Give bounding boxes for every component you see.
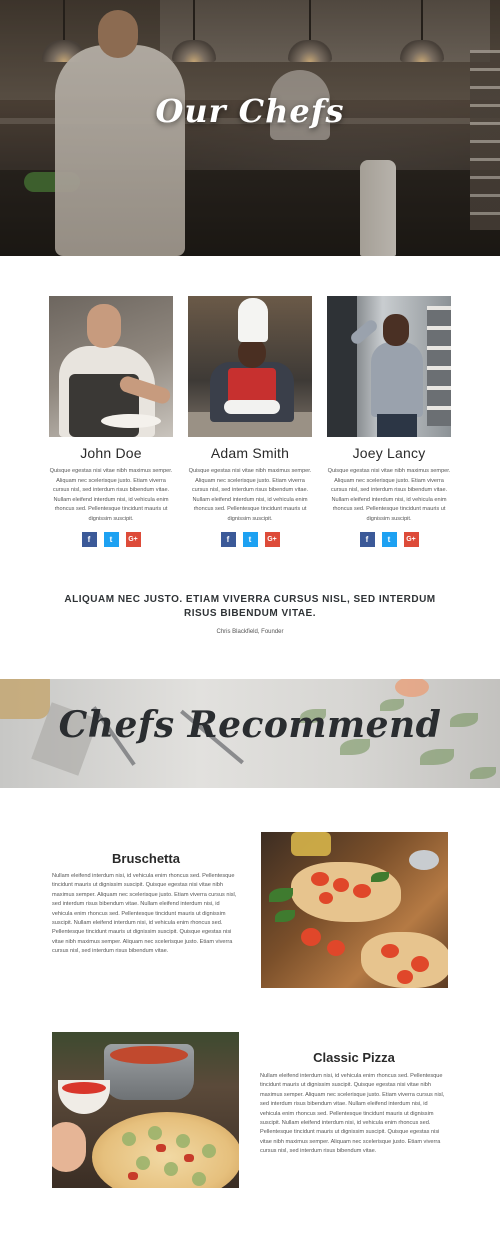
hero-banner: Our Chefs	[0, 0, 500, 256]
chef-photo	[49, 296, 173, 437]
chef-bio: Quisque egestas nisi vitae nibh maximus …	[188, 468, 312, 522]
social-links: f t G+	[188, 532, 312, 547]
chef-card: Joey Lancy Quisque egestas nisi vitae ni…	[327, 296, 451, 547]
google-plus-icon[interactable]: G+	[403, 532, 419, 547]
google-plus-icon[interactable]: G+	[264, 532, 280, 547]
twitter-icon[interactable]: t	[103, 532, 119, 547]
social-links: f t G+	[49, 532, 173, 547]
testimonial-author: Chris Blackfield, Founder	[216, 629, 284, 635]
chef-name: Joey Lancy	[352, 445, 426, 461]
google-plus-icon[interactable]: G+	[125, 532, 141, 547]
leaf	[470, 767, 496, 779]
dish-title: Bruschetta	[112, 851, 180, 866]
chef-card: John Doe Quisque egestas nisi vitae nibh…	[49, 296, 173, 547]
bruschetta-photo	[261, 832, 448, 988]
fruit	[395, 679, 429, 697]
facebook-icon[interactable]: f	[81, 532, 97, 547]
chef-name: Adam Smith	[210, 445, 290, 461]
dish-title: Classic Pizza	[313, 1050, 395, 1065]
twitter-icon[interactable]: t	[381, 532, 397, 547]
chef-card: Adam Smith Quisque egestas nisi vitae ni…	[188, 296, 312, 547]
chef-bio: Quisque egestas nisi vitae nibh maximus …	[49, 468, 173, 522]
chef-name: John Doe	[80, 445, 142, 461]
facebook-icon[interactable]: f	[359, 532, 375, 547]
twitter-icon[interactable]: t	[242, 532, 258, 547]
facebook-icon[interactable]: f	[220, 532, 236, 547]
leaf	[420, 749, 454, 765]
dish-description: Nullam eleifend interdum nisi, id vehicu…	[260, 1073, 445, 1155]
hero-title: Our Chefs	[155, 92, 345, 130]
dish-description: Nullam eleifend interdum nisi, id vehicu…	[52, 873, 237, 955]
testimonial-quote: ALIQUAM NEC JUSTO. ETIAM VIVERRA CURSUS …	[64, 594, 436, 619]
chef-photo	[188, 296, 312, 437]
social-links: f t G+	[327, 532, 451, 547]
recommend-title: Chefs Recommend	[58, 704, 442, 746]
chef-bio: Quisque egestas nisi vitae nibh maximus …	[327, 468, 451, 522]
pizza-photo	[52, 1032, 239, 1188]
chef-photo	[327, 296, 451, 437]
